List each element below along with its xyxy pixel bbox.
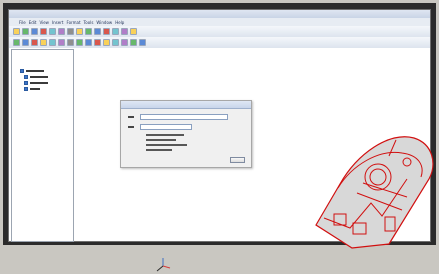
tree-item[interactable] xyxy=(24,74,48,79)
tree-item[interactable] xyxy=(20,68,44,73)
axis-triad-icon xyxy=(156,258,171,272)
feature-icon xyxy=(24,74,28,79)
mirror-icon[interactable] xyxy=(94,39,101,46)
fit-view-icon[interactable] xyxy=(130,28,137,35)
zoom-in-icon[interactable] xyxy=(94,28,101,35)
menu-item-edit[interactable]: Edit xyxy=(29,20,37,25)
extrude-icon[interactable] xyxy=(49,39,56,46)
dialog-field-1[interactable] xyxy=(140,114,228,120)
dialog-title-bar xyxy=(121,101,251,109)
section-icon[interactable] xyxy=(112,39,119,46)
tree-item-label xyxy=(30,75,48,78)
dialog-label-2 xyxy=(128,126,134,128)
menu-item-insert[interactable]: Insert xyxy=(52,20,63,25)
dialog-note-line xyxy=(146,139,176,141)
dialog-ok-button[interactable] xyxy=(230,157,245,163)
title-bar xyxy=(9,10,430,18)
tree-item-label xyxy=(26,69,44,72)
menu-item-format[interactable]: Format xyxy=(66,20,80,25)
tree-item[interactable] xyxy=(24,86,40,91)
measure-icon[interactable] xyxy=(103,39,110,46)
rotate-icon[interactable] xyxy=(121,28,128,35)
menu-item-tools[interactable]: Tools xyxy=(84,20,94,25)
revolve-icon[interactable] xyxy=(58,39,65,46)
save-icon[interactable] xyxy=(31,28,38,35)
chamfer-icon[interactable] xyxy=(76,39,83,46)
toolbar-primary xyxy=(9,26,430,37)
tree-item[interactable] xyxy=(24,80,48,85)
zoom-out-icon[interactable] xyxy=(103,28,110,35)
export-icon[interactable] xyxy=(130,39,137,46)
cut-icon[interactable] xyxy=(67,28,74,35)
sketch-icon[interactable] xyxy=(13,39,20,46)
menu-item-help[interactable]: Help xyxy=(115,20,124,25)
cad-model xyxy=(315,136,434,249)
tree-item-label xyxy=(30,87,40,90)
menu-item-file[interactable]: File xyxy=(19,20,26,25)
open-folder-icon[interactable] xyxy=(22,28,29,35)
feature-tree-panel xyxy=(11,49,74,242)
new-file-icon[interactable] xyxy=(13,28,20,35)
circle-icon[interactable] xyxy=(31,39,38,46)
part-icon xyxy=(20,68,24,73)
feature-icon xyxy=(24,86,28,91)
dialog-field-2[interactable] xyxy=(140,124,192,130)
copy-icon[interactable] xyxy=(76,28,83,35)
menu-item-window[interactable]: Window xyxy=(96,20,112,25)
dialog-note-line xyxy=(146,149,172,151)
dialog-row-2 xyxy=(128,124,192,130)
line-icon[interactable] xyxy=(22,39,29,46)
settings-icon[interactable] xyxy=(139,39,146,46)
fillet-icon[interactable] xyxy=(67,39,74,46)
menu-item-view[interactable]: View xyxy=(39,20,49,25)
feature-icon xyxy=(24,80,28,85)
toolbar-secondary xyxy=(9,37,430,48)
menu-bar: File Edit View Insert Format Tools Windo… xyxy=(9,18,430,26)
dialog-row-1 xyxy=(128,114,228,120)
print-icon[interactable] xyxy=(40,28,47,35)
pan-icon[interactable] xyxy=(112,28,119,35)
paste-icon[interactable] xyxy=(85,28,92,35)
dialog-note-line xyxy=(146,144,187,146)
pattern-icon[interactable] xyxy=(85,39,92,46)
undo-icon[interactable] xyxy=(49,28,56,35)
arc-icon[interactable] xyxy=(40,39,47,46)
tree-item-label xyxy=(30,81,48,84)
redo-icon[interactable] xyxy=(58,28,65,35)
cad-application-window: File Edit View Insert Format Tools Windo… xyxy=(8,9,434,272)
render-icon[interactable] xyxy=(121,39,128,46)
property-dialog xyxy=(120,100,252,168)
dialog-note-line xyxy=(146,134,184,136)
dialog-label-1 xyxy=(128,116,134,118)
